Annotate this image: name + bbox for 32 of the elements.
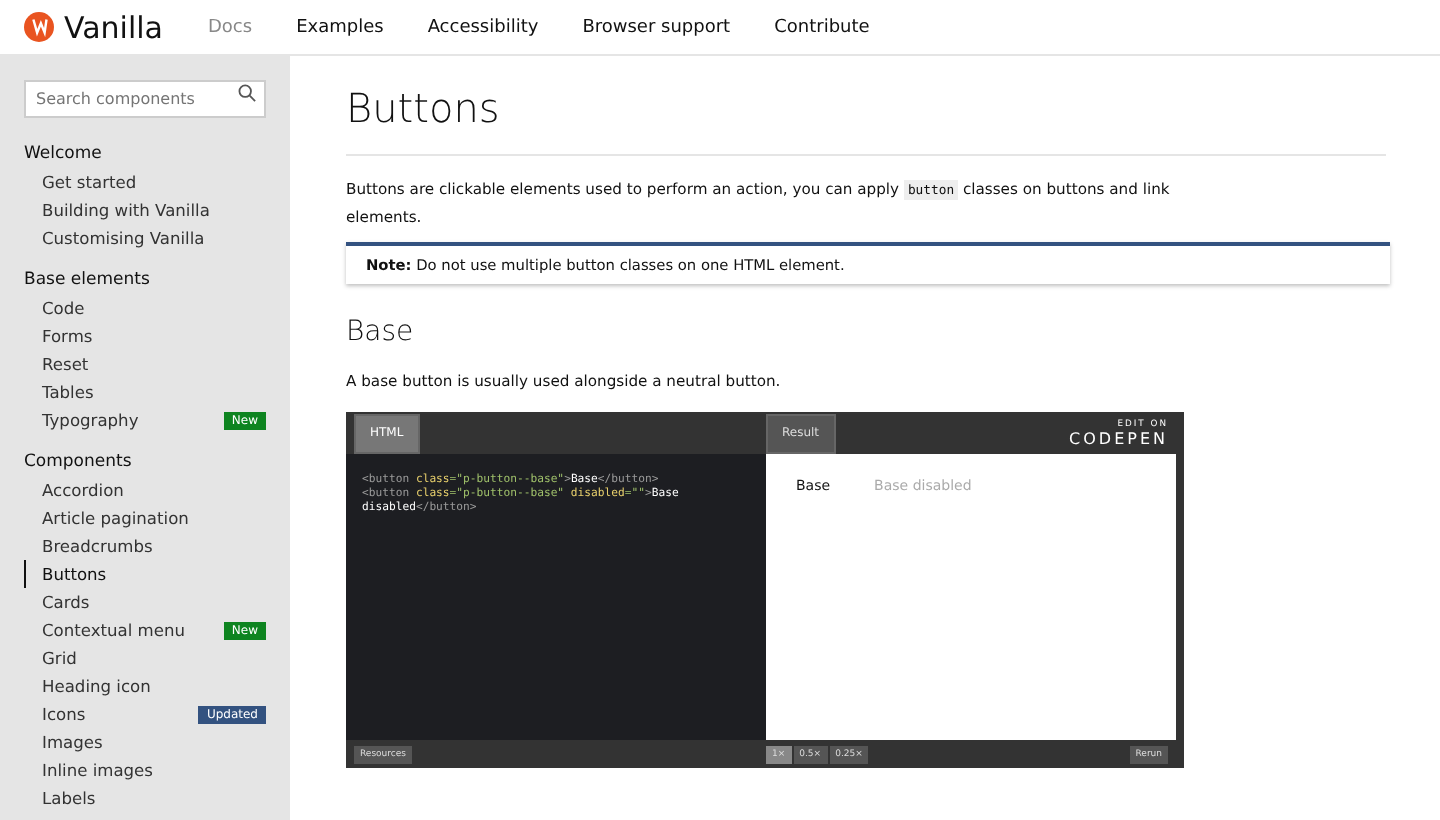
sidebar-item[interactable]: Buttons: [24, 560, 266, 588]
sidebar-item[interactable]: Inline images: [24, 756, 266, 784]
nav-link[interactable]: Accessibility: [427, 17, 539, 37]
sidebar-item[interactable]: Breadcrumbs: [24, 532, 266, 560]
section-heading: Welcome: [24, 144, 104, 164]
logo-icon: [24, 12, 54, 42]
sidebar-item[interactable]: Tables: [24, 378, 266, 406]
sidebar-item[interactable]: Reset: [24, 350, 266, 378]
brand-name[interactable]: Vanilla: [64, 9, 163, 45]
sidebar-item[interactable]: Labels: [24, 784, 266, 812]
sidebar-item[interactable]: Grid: [24, 644, 266, 672]
search-field[interactable]: Search components: [24, 80, 266, 118]
sidebar-item[interactable]: Cards: [24, 588, 266, 616]
codepen-label[interactable]: CODEPEN: [1069, 430, 1168, 448]
section-title: Base: [346, 316, 416, 348]
nav-link[interactable]: Contribute: [774, 17, 870, 37]
sidebar-item[interactable]: Get started: [24, 168, 266, 196]
nav-link[interactable]: Browser support: [582, 17, 731, 37]
sidebar-item[interactable]: Code: [24, 294, 266, 322]
nav-link[interactable]: Examples: [296, 17, 384, 37]
sidebar-item[interactable]: Customising Vanilla: [24, 224, 266, 252]
page-title: Buttons: [346, 84, 1386, 156]
section-heading: Base elements: [24, 270, 152, 290]
nav-link[interactable]: Docs: [208, 17, 253, 37]
section-heading: Components: [24, 452, 134, 472]
sidebar-item[interactable]: Heading icon: [24, 672, 266, 700]
sidebar-item[interactable]: Building with Vanilla: [24, 196, 266, 224]
sidebar-item[interactable]: Accordion: [24, 476, 266, 504]
sidebar-item[interactable]: Images: [24, 728, 266, 756]
search-icon[interactable]: [238, 84, 256, 102]
sidebar-item[interactable]: Forms: [24, 322, 266, 350]
sidebar-item[interactable]: Article pagination: [24, 504, 266, 532]
